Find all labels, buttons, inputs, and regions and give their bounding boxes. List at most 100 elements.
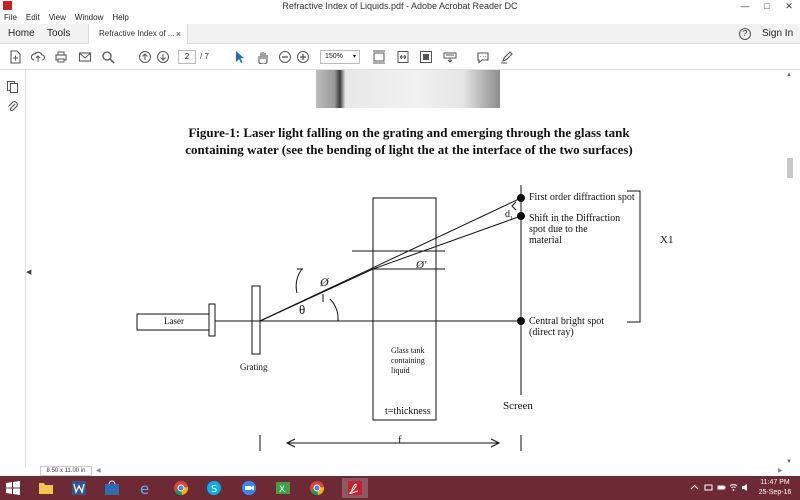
wifi-icon[interactable] [729, 483, 738, 492]
d1-label: d1 [505, 209, 513, 222]
window-controls: — □ ✕ [734, 0, 800, 12]
select-arrow-icon[interactable] [232, 50, 246, 64]
tab-document[interactable]: Refractive Index of ... × [88, 24, 188, 44]
svg-text:S: S [211, 484, 217, 495]
minimize-button[interactable]: — [734, 0, 756, 12]
x1-label: X1 [660, 234, 674, 246]
menu-help[interactable]: Help [112, 12, 128, 24]
clock-date: 25-Sep-16 [758, 489, 792, 496]
incident-ray [259, 268, 374, 322]
acrobat-icon[interactable] [342, 478, 368, 498]
thickness-label: t=thickness [385, 406, 431, 417]
menu-view[interactable]: View [49, 12, 66, 24]
vertical-scrollbar[interactable] [784, 70, 800, 468]
zoom-out-icon[interactable] [278, 50, 292, 64]
taskbar: e S X 11:47 PM 25-Sep-16 [0, 476, 800, 500]
screen-label: Screen [503, 400, 533, 412]
tab-close-icon[interactable]: × [176, 24, 181, 44]
grating-label: Grating [240, 362, 268, 372]
system-clock[interactable]: 11:47 PM 25-Sep-16 [752, 478, 798, 498]
svg-text:X: X [279, 485, 285, 495]
left-navigation-panel [0, 70, 26, 468]
menu-file[interactable]: File [4, 12, 17, 24]
phi-arc [295, 268, 303, 294]
create-pdf-icon[interactable] [8, 50, 22, 64]
laser-nozzle [208, 303, 216, 337]
svg-text:e: e [140, 480, 149, 496]
phi-prime-label: Ø' [416, 259, 427, 271]
search-icon[interactable] [101, 50, 115, 64]
fit-page-icon[interactable] [372, 50, 386, 64]
zoom-select[interactable]: 150% ▾ [320, 50, 360, 64]
central-spot [517, 317, 525, 325]
central-spot-label-1: Central bright spot [529, 316, 604, 327]
windows-start-icon[interactable] [6, 481, 20, 495]
theta-label: θ [299, 302, 306, 317]
file-explorer-icon[interactable] [33, 478, 59, 498]
shift-label-1: Shift in the Diffraction [529, 213, 621, 224]
central-spot-label-2: (direct ray) [529, 327, 574, 338]
tab-tools[interactable]: Tools [47, 24, 70, 44]
scroll-up-icon[interactable]: ▲ [786, 72, 792, 78]
shift-label-3: material [529, 235, 562, 246]
menu-window[interactable]: Window [75, 12, 103, 24]
maximize-button[interactable]: □ [756, 0, 778, 12]
phi-label: Ø [320, 275, 329, 289]
attachment-icon[interactable] [6, 100, 19, 113]
theta-arc [329, 298, 339, 322]
word-icon[interactable] [66, 478, 92, 498]
page-total: / 7 [200, 52, 209, 61]
scroll-down-icon[interactable]: ▼ [786, 459, 792, 465]
refracted-ray [372, 215, 522, 270]
glass-tank [372, 197, 437, 421]
page-up-icon[interactable] [138, 50, 152, 64]
network-icon[interactable] [704, 483, 713, 492]
volume-icon[interactable] [741, 483, 750, 492]
highlight-pen-icon[interactable] [500, 50, 514, 64]
store-icon[interactable] [99, 478, 125, 498]
scroll-thumb[interactable] [787, 158, 793, 178]
sign-in-link[interactable]: Sign In [762, 24, 793, 44]
x1-bracket [627, 190, 641, 323]
email-icon[interactable] [78, 50, 92, 64]
outlook-icon[interactable]: X [270, 478, 296, 498]
expand-left-panel-icon[interactable]: ◀ [26, 268, 31, 276]
toolbar: 2 / 7 150% ▾ [0, 44, 800, 70]
glass-tank-label-3: liquid [391, 366, 410, 375]
ie-icon[interactable]: e [133, 478, 159, 498]
tab-bar: Home Tools Refractive Index of ... × ? S… [0, 24, 800, 44]
tab-home[interactable]: Home [8, 24, 35, 44]
page-number-input[interactable]: 2 [178, 50, 196, 64]
menu-edit[interactable]: Edit [26, 12, 40, 24]
help-icon[interactable]: ? [739, 28, 751, 40]
zoom-icon[interactable] [236, 478, 262, 498]
page-size-indicator[interactable]: 8.50 x 11.00 in [40, 466, 92, 476]
title-bar: Refractive Index of Liquids.pdf - Adobe … [0, 0, 800, 12]
shifted-spot [517, 212, 525, 220]
full-screen-icon[interactable] [419, 50, 433, 64]
scroll-right-icon[interactable]: ▶ [778, 467, 783, 474]
window-title: Refractive Index of Liquids.pdf - Adobe … [282, 1, 518, 11]
first-order-label: First order diffraction spot [529, 192, 635, 203]
print-icon[interactable] [54, 50, 68, 64]
hand-icon[interactable] [255, 50, 269, 64]
tab-document-label: Refractive Index of ... [99, 29, 175, 38]
shift-label-2: spot due to the [529, 224, 588, 235]
excel-icon[interactable] [304, 478, 330, 498]
page-down-icon[interactable] [156, 50, 170, 64]
chrome-icon[interactable] [168, 478, 194, 498]
glass-tank-label-2: containing [391, 356, 425, 365]
close-button[interactable]: ✕ [778, 0, 800, 12]
skype-icon[interactable]: S [201, 478, 227, 498]
battery-icon[interactable] [717, 483, 726, 492]
chevron-down-icon: ▾ [352, 54, 356, 60]
comment-icon[interactable] [476, 50, 490, 64]
f-label: f [398, 434, 402, 446]
fit-width-icon[interactable] [396, 50, 410, 64]
page-thumbnails-icon[interactable] [6, 80, 19, 93]
scroll-left-icon[interactable]: ◀ [96, 467, 101, 474]
tray-up-icon[interactable] [690, 483, 699, 492]
upload-icon[interactable] [31, 50, 45, 64]
zoom-in-icon[interactable] [296, 50, 310, 64]
keyboard-icon[interactable] [443, 50, 457, 64]
